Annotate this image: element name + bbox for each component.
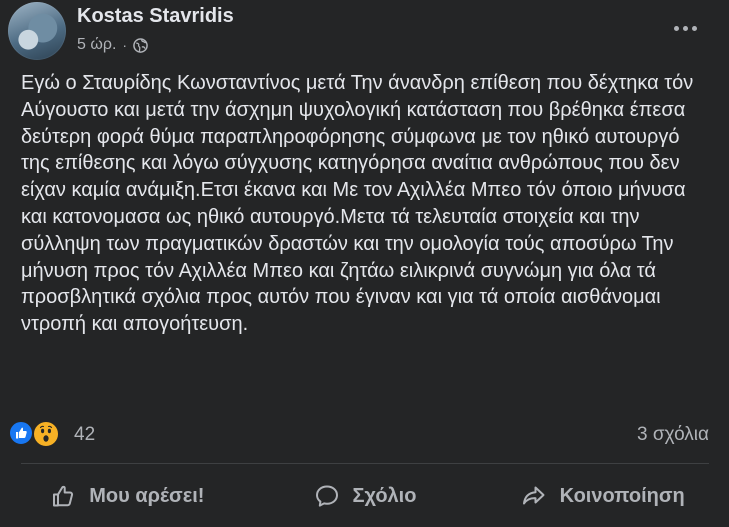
more-options-icon[interactable] bbox=[667, 16, 703, 40]
action-bar: Μου αρέσει! Σχόλιο Κοινοποίηση bbox=[8, 468, 721, 524]
wow-reaction-icon bbox=[32, 420, 60, 448]
like-label: Μου αρέσει! bbox=[89, 484, 205, 507]
meta-separator: · bbox=[122, 37, 128, 53]
share-button[interactable]: Κοινοποίηση bbox=[483, 468, 721, 524]
thumbs-up-icon bbox=[53, 485, 74, 507]
post-text: Εγώ ο Σταυρίδης Κωνσταντίνος μετά Την άν… bbox=[21, 72, 694, 336]
avatar[interactable] bbox=[8, 2, 66, 60]
author-name[interactable]: Kostas Stavridis bbox=[77, 5, 234, 28]
comments-count[interactable]: 3 σχόλια bbox=[637, 424, 709, 446]
post-meta: 5 ώρ. · bbox=[77, 36, 148, 54]
like-button[interactable]: Μου αρέσει! bbox=[8, 468, 246, 524]
like-reaction-icon bbox=[8, 420, 34, 446]
reaction-count[interactable]: 42 bbox=[74, 424, 95, 446]
post-time[interactable]: 5 ώρ. bbox=[77, 36, 116, 54]
reaction-icons[interactable] bbox=[8, 420, 64, 448]
comment-icon bbox=[315, 485, 338, 507]
share-icon bbox=[522, 486, 545, 505]
reactions-bar: 42 3 σχόλια bbox=[8, 418, 709, 450]
globe-icon[interactable] bbox=[133, 37, 148, 53]
post-header: Kostas Stavridis 5 ώρ. · bbox=[8, 2, 729, 62]
share-label: Κοινοποίηση bbox=[559, 484, 685, 507]
divider bbox=[21, 463, 709, 464]
comment-button[interactable]: Σχόλιο bbox=[246, 468, 484, 524]
comment-label: Σχόλιο bbox=[352, 484, 417, 507]
